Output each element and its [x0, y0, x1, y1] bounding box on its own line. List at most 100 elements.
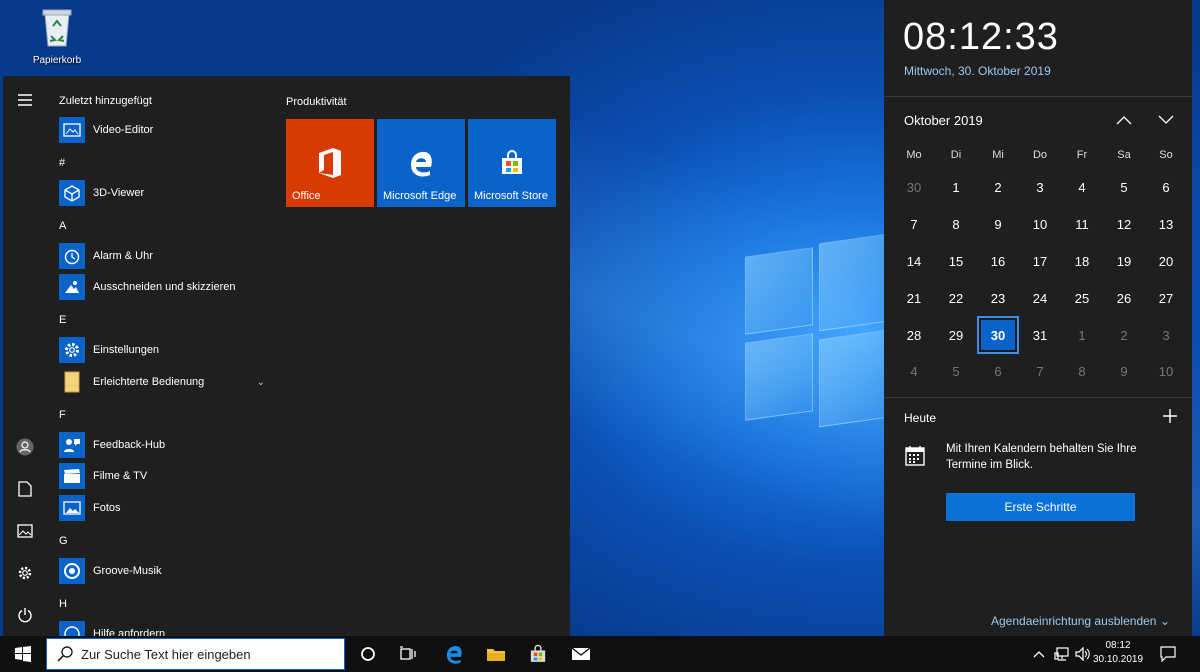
section-f[interactable]: F	[59, 409, 66, 421]
calendar-day[interactable]: 5	[937, 354, 975, 388]
tile-label: Office	[292, 190, 321, 202]
tile-office[interactable]: Office	[286, 119, 374, 207]
calendar-day[interactable]: 1	[937, 170, 975, 204]
cortana-button[interactable]	[350, 636, 386, 672]
today-label: Heute	[904, 411, 937, 425]
taskbar-clock[interactable]: 08:12 30.10.2019	[1092, 639, 1144, 667]
calendar-day[interactable]: 5	[1105, 170, 1143, 204]
add-event-icon[interactable]	[1160, 406, 1180, 426]
calendar-day[interactable]: 17	[1021, 244, 1059, 278]
chevron-up-icon[interactable]	[1114, 110, 1134, 130]
tile-microsoft-edge[interactable]: Microsoft Edge	[377, 119, 465, 207]
calendar-day[interactable]: 28	[895, 318, 933, 352]
section-hash[interactable]: #	[59, 157, 65, 169]
calendar-day[interactable]: 7	[1021, 354, 1059, 388]
taskbar-file-explorer[interactable]	[478, 636, 514, 672]
calendar-day[interactable]: 4	[1063, 170, 1101, 204]
app-snip-sketch[interactable]: Ausschneiden und skizzieren	[59, 273, 269, 301]
network-tray[interactable]	[1054, 636, 1072, 672]
calendar-day[interactable]: 3	[1021, 170, 1059, 204]
calendar-day-today[interactable]: 30	[977, 316, 1019, 354]
calendar-day[interactable]: 27	[1147, 281, 1185, 315]
app-accessibility-folder[interactable]: Erleichterte Bedienung ⌄	[59, 368, 269, 396]
start-button[interactable]	[0, 636, 46, 672]
calendar-day[interactable]: 10	[1021, 207, 1059, 241]
section-g[interactable]: G	[59, 535, 68, 547]
calendar-day[interactable]: 23	[979, 281, 1017, 315]
chevron-down-icon[interactable]: ⌄	[257, 377, 265, 388]
tile-group-title[interactable]: Produktivität	[286, 96, 347, 108]
settings-gear-icon[interactable]	[15, 563, 35, 583]
app-3d-viewer[interactable]: 3D-Viewer	[59, 179, 269, 207]
app-photos[interactable]: Fotos	[59, 494, 269, 522]
calendar-day[interactable]: 25	[1063, 281, 1101, 315]
calendar-day[interactable]: 24	[1021, 281, 1059, 315]
calendar-day[interactable]: 2	[979, 170, 1017, 204]
app-groove-music[interactable]: Groove-Musik	[59, 557, 269, 585]
section-e[interactable]: E	[59, 314, 66, 326]
calendar-day[interactable]: 9	[979, 207, 1017, 241]
calendar-day[interactable]: 8	[1063, 354, 1101, 388]
calendar-day[interactable]: 29	[937, 318, 975, 352]
app-video-editor[interactable]: Video-Editor	[59, 116, 269, 144]
calendar-day[interactable]: 13	[1147, 207, 1185, 241]
hamburger-menu-icon[interactable]	[15, 90, 35, 110]
calendar-day[interactable]: 8	[937, 207, 975, 241]
calendar-day[interactable]: 7	[895, 207, 933, 241]
user-avatar-icon[interactable]	[15, 437, 35, 457]
month-title[interactable]: Oktober 2019	[904, 113, 983, 128]
calendar-day[interactable]: 12	[1105, 207, 1143, 241]
weekday-label: Do	[1032, 149, 1048, 161]
calendar-day[interactable]: 9	[1105, 354, 1143, 388]
task-view-button[interactable]	[390, 636, 426, 672]
calendar-day[interactable]: 10	[1147, 354, 1185, 388]
film-icon	[59, 463, 85, 489]
calendar-day[interactable]: 19	[1105, 244, 1143, 278]
tile-microsoft-store[interactable]: Microsoft Store	[468, 119, 556, 207]
show-hidden-icons-button[interactable]	[1033, 636, 1049, 672]
app-feedback-hub[interactable]: Feedback-Hub	[59, 431, 269, 459]
calendar-day[interactable]: 3	[1147, 318, 1185, 352]
recycle-bin[interactable]: Papierkorb	[26, 6, 88, 66]
3d-viewer-icon	[59, 180, 85, 206]
volume-tray[interactable]	[1075, 636, 1091, 672]
edge-icon	[446, 646, 462, 664]
app-help[interactable]: Hilfe anfordern	[59, 620, 269, 636]
hide-agenda-link[interactable]: Agendaeinrichtung ausblenden ⌄	[991, 614, 1170, 628]
calendar-day[interactable]: 15	[937, 244, 975, 278]
calendar-day[interactable]: 30	[895, 170, 933, 204]
clock-date[interactable]: Mittwoch, 30. Oktober 2019	[904, 64, 1051, 78]
calendar-day[interactable]: 20	[1147, 244, 1185, 278]
get-started-button[interactable]: Erste Schritte	[946, 493, 1135, 521]
taskbar-mail[interactable]	[563, 636, 599, 672]
section-a[interactable]: A	[59, 220, 66, 232]
pictures-icon[interactable]	[15, 521, 35, 541]
calendar-day[interactable]: 18	[1063, 244, 1101, 278]
calendar-day[interactable]: 26	[1105, 281, 1143, 315]
chevron-down-icon[interactable]	[1156, 110, 1176, 130]
calendar-day[interactable]: 2	[1105, 318, 1143, 352]
calendar-day[interactable]: 16	[979, 244, 1017, 278]
calendar-day[interactable]: 6	[979, 354, 1017, 388]
action-center-button[interactable]	[1160, 636, 1180, 672]
speaker-icon	[1075, 647, 1090, 661]
taskbar-edge[interactable]	[436, 636, 472, 672]
documents-icon[interactable]	[15, 479, 35, 499]
taskbar-store[interactable]	[520, 636, 556, 672]
app-settings[interactable]: Einstellungen	[59, 336, 269, 364]
calendar-day[interactable]: 4	[895, 354, 933, 388]
section-h[interactable]: H	[59, 598, 67, 610]
app-alarm-clock[interactable]: Alarm & Uhr	[59, 242, 269, 270]
calendar-day[interactable]: 31	[1021, 318, 1059, 352]
calendar-day[interactable]: 6	[1147, 170, 1185, 204]
divider	[884, 96, 1192, 97]
calendar-day[interactable]: 1	[1063, 318, 1101, 352]
help-icon	[59, 621, 85, 636]
calendar-day[interactable]: 11	[1063, 207, 1101, 241]
app-films-tv[interactable]: Filme & TV	[59, 462, 269, 490]
calendar-day[interactable]: 22	[937, 281, 975, 315]
power-icon[interactable]	[15, 605, 35, 625]
search-box[interactable]: Zur Suche Text hier eingeben	[46, 638, 345, 670]
calendar-day[interactable]: 14	[895, 244, 933, 278]
calendar-day[interactable]: 21	[895, 281, 933, 315]
